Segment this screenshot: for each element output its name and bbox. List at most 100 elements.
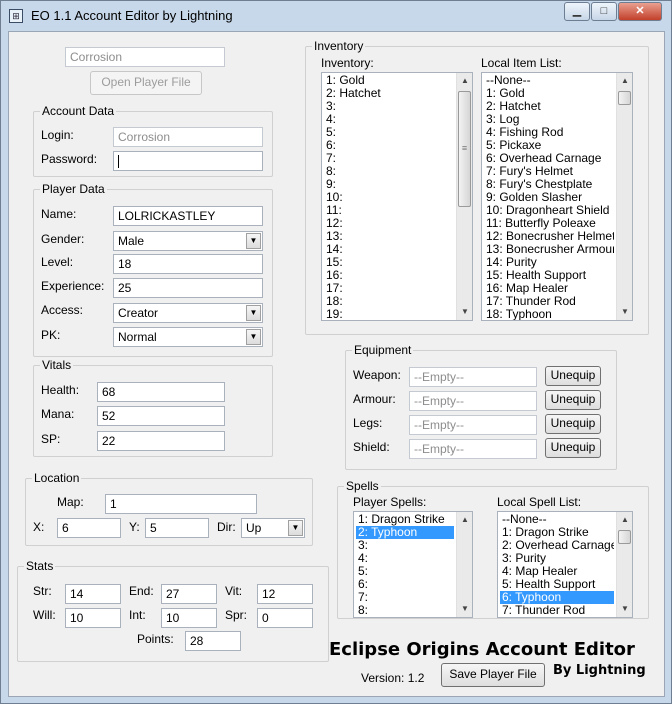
list-item[interactable]: 15: [324,256,454,269]
list-item[interactable]: 11: [324,204,454,217]
vit-field[interactable]: 12 [257,584,313,604]
weapon-field[interactable]: --Empty-- [409,367,537,387]
scroll-down-icon[interactable]: ▼ [457,601,472,617]
list-item[interactable]: 6: [324,139,454,152]
account-name-field[interactable]: Corrosion [65,47,225,67]
list-item[interactable]: 11: Butterfly Poleaxe [484,217,614,230]
local-spell-list[interactable]: --None-- 1: Dragon Strike 2: Overhead Carn… [497,511,633,618]
list-item[interactable]: 8: [324,165,454,178]
list-item[interactable]: 3: [324,100,454,113]
str-field[interactable]: 14 [65,584,121,604]
list-item[interactable]: 5: Pickaxe [484,139,614,152]
list-item[interactable]: 4: [356,552,454,565]
list-item[interactable]: 1: Dragon Strike [356,513,454,526]
close-button[interactable]: ✕ [618,2,662,21]
list-item[interactable]: 14: Purity [484,256,614,269]
chevron-down-icon[interactable]: ▼ [288,520,303,536]
health-field[interactable]: 68 [97,382,225,402]
list-item[interactable]: 10: Dragonheart Shield [484,204,614,217]
scroll-down-icon[interactable]: ▼ [617,601,632,617]
list-item[interactable]: 9: [324,178,454,191]
list-item[interactable]: 2: Hatchet [484,100,614,113]
map-field[interactable]: 1 [105,494,257,514]
list-item[interactable]: 4: Fishing Rod [484,126,614,139]
list-item[interactable]: 18: [324,295,454,308]
list-item[interactable]: 13: [324,230,454,243]
list-item[interactable]: 6: Overhead Carnage [484,152,614,165]
list-item[interactable]: 17: Thunder Rod [484,295,614,308]
list-item[interactable]: 12: Bonecrusher Helmet [484,230,614,243]
points-field[interactable]: 28 [185,631,241,651]
list-item[interactable]: 1: Dragon Strike [500,526,614,539]
scroll-thumb[interactable] [618,530,631,544]
list-item[interactable]: 4: Map Healer [500,565,614,578]
list-item[interactable]: 1: Gold [484,87,614,100]
list-item[interactable]: 12: [324,217,454,230]
will-field[interactable]: 10 [65,608,121,628]
unequip-weapon-button[interactable]: Unequip [545,366,601,386]
list-item[interactable]: 3: [356,539,454,552]
list-item[interactable]: 17: [324,282,454,295]
minimize-button[interactable]: ▁ [564,2,590,21]
list-item[interactable]: 4: [324,113,454,126]
list-item[interactable]: 6: Typhoon [500,591,614,604]
inventory-scrollbar[interactable]: ▲ ≡ ▼ [456,73,472,320]
unequip-shield-button[interactable]: Unequip [545,438,601,458]
chevron-down-icon[interactable]: ▼ [246,305,261,321]
unequip-armour-button[interactable]: Unequip [545,390,601,410]
list-item[interactable]: --None-- [484,74,614,87]
int-field[interactable]: 10 [161,608,217,628]
maximize-button[interactable]: □ [591,2,617,21]
mana-field[interactable]: 52 [97,406,225,426]
pk-select[interactable]: Normal ▼ [113,327,263,347]
player-spells-scrollbar[interactable]: ▲ ▼ [456,512,472,617]
dir-select[interactable]: Up ▼ [241,518,305,538]
list-item[interactable]: 10: [324,191,454,204]
list-item[interactable]: --None-- [500,513,614,526]
sp-field[interactable]: 22 [97,431,225,451]
y-field[interactable]: 5 [145,518,209,538]
scroll-thumb[interactable] [618,91,631,105]
shield-field[interactable]: --Empty-- [409,439,537,459]
end-field[interactable]: 27 [161,584,217,604]
list-item[interactable]: 2: Overhead Carnage [500,539,614,552]
save-player-file-button[interactable]: Save Player File [441,663,545,687]
list-item[interactable]: 16: Map Healer [484,282,614,295]
list-item[interactable]: 19: [324,308,454,320]
local-item-list[interactable]: --None-- 1: Gold 2: Hatchet 3: Log 4: Fishin… [481,72,633,321]
gender-select[interactable]: Male ▼ [113,231,263,251]
list-item[interactable]: 3: Purity [500,552,614,565]
password-field[interactable] [113,151,263,171]
x-field[interactable]: 6 [57,518,121,538]
list-item[interactable]: 3: Log [484,113,614,126]
list-item[interactable]: 2: Hatchet [324,87,454,100]
list-item[interactable]: 16: [324,269,454,282]
list-item[interactable]: 18: Typhoon [484,308,614,320]
scroll-down-icon[interactable]: ▼ [617,304,632,320]
unequip-legs-button[interactable]: Unequip [545,414,601,434]
experience-field[interactable]: 25 [113,278,263,298]
scroll-down-icon[interactable]: ▼ [457,304,472,320]
player-spells-list[interactable]: 1: Dragon Strike 2: Typhoon 3: 4: 5: 6: 7: 8: ▲… [353,511,473,618]
scroll-up-icon[interactable]: ▲ [617,73,632,89]
list-item[interactable]: 2: Typhoon [356,526,454,539]
scroll-up-icon[interactable]: ▲ [457,512,472,528]
list-item[interactable]: 15: Health Support [484,269,614,282]
scroll-up-icon[interactable]: ▲ [617,512,632,528]
list-item[interactable]: 13: Bonecrusher Armour [484,243,614,256]
list-item[interactable]: 8: [356,604,454,617]
chevron-down-icon[interactable]: ▼ [246,233,261,249]
chevron-down-icon[interactable]: ▼ [246,329,261,345]
list-item[interactable]: 7: [324,152,454,165]
title-bar[interactable]: ⊞ EO 1.1 Account Editor by Lightning ▁ □… [1,1,671,31]
spr-field[interactable]: 0 [257,608,313,628]
list-item[interactable]: 5: [324,126,454,139]
name-field[interactable]: LOLRICKASTLEY [113,206,263,226]
list-item[interactable]: 8: Fury's Chestplate [484,178,614,191]
legs-field[interactable]: --Empty-- [409,415,537,435]
list-item[interactable]: 14: [324,243,454,256]
armour-field[interactable]: --Empty-- [409,391,537,411]
local-item-scrollbar[interactable]: ▲ ▼ [616,73,632,320]
access-select[interactable]: Creator ▼ [113,303,263,323]
list-item[interactable]: 5: [356,565,454,578]
